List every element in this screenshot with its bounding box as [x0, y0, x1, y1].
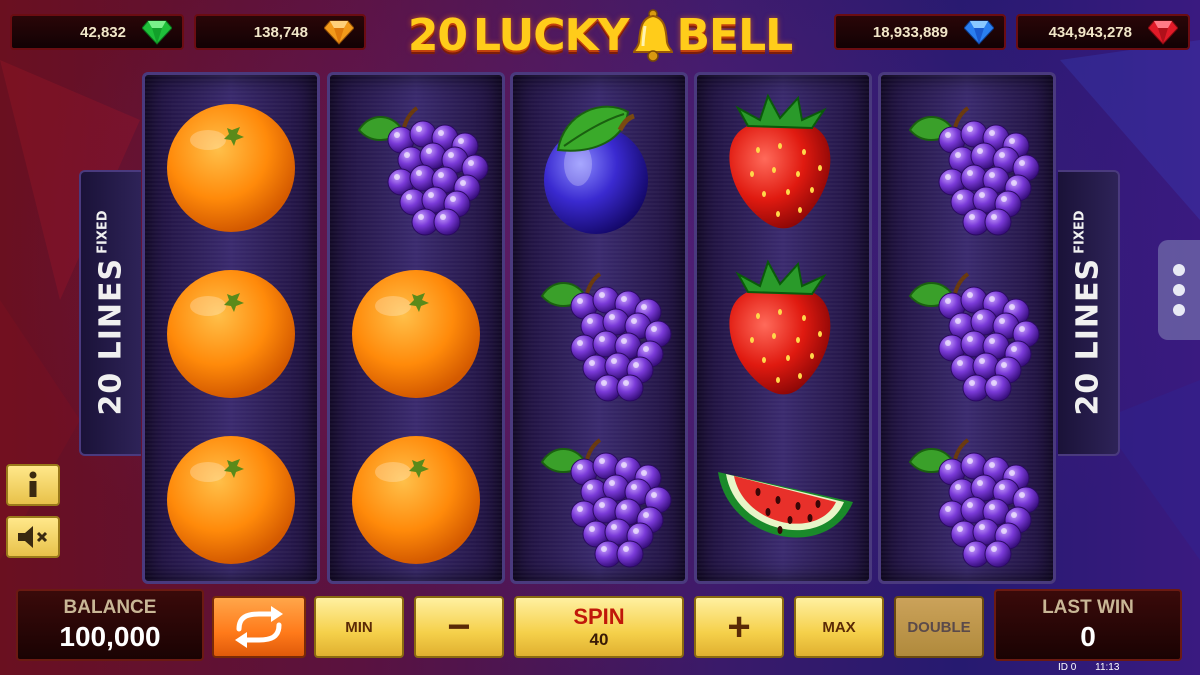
orange-symbol: [167, 104, 295, 232]
plum-symbol: [544, 105, 648, 234]
grapes-symbol: [357, 106, 489, 236]
menu-handle[interactable]: [1158, 240, 1200, 340]
double-label: DOUBLE: [907, 618, 971, 636]
balance-value: 100,000: [59, 621, 161, 652]
logo-lucky: LUCKY: [473, 9, 629, 61]
lines-count: 20 LINES: [93, 257, 129, 416]
strawberry-symbol: [729, 259, 831, 395]
minus-icon: −: [447, 605, 471, 649]
orange-gem-icon: [324, 20, 354, 45]
jackpot-blue: 18,933,889: [834, 14, 1006, 50]
lines-panel-left: 20 LINES FIXED: [79, 170, 141, 456]
bet-value: 40: [589, 630, 609, 649]
increase-bet-button[interactable]: +: [694, 596, 784, 658]
more-dots-icon: [1173, 284, 1185, 296]
jackpot-value: 42,832: [80, 23, 126, 41]
last-win-value: 0: [1080, 621, 1096, 652]
info-button[interactable]: [6, 464, 60, 506]
max-bet-button[interactable]: MAX: [794, 596, 884, 658]
red-gem-icon: [1148, 20, 1178, 45]
logo-number: 20: [407, 9, 468, 61]
jackpot-value: 138,748: [253, 23, 308, 41]
autoplay-button[interactable]: [212, 596, 306, 658]
min-label: MIN: [345, 618, 373, 636]
orange-symbol: [167, 270, 295, 398]
jackpot-red: 434,943,278: [1016, 14, 1190, 50]
grapes-symbol: [908, 438, 1040, 568]
orange-symbol: [352, 270, 480, 398]
min-bet-button[interactable]: MIN: [314, 596, 404, 658]
grapes-symbol: [908, 272, 1040, 402]
jackpot-orange: 138,748: [194, 14, 366, 50]
game-logo: 20 LUCKY BELL: [380, 4, 820, 66]
bell-icon: [632, 9, 673, 62]
spin-button[interactable]: SPIN 40: [514, 596, 684, 658]
footer-info: ID 0 11:13: [1058, 662, 1119, 673]
jackpot-value: 18,933,889: [872, 23, 948, 41]
clock: 11:13: [1095, 662, 1120, 673]
more-dots-icon: [1173, 264, 1185, 276]
logo-bell: BELL: [676, 9, 794, 61]
jackpot-value: 434,943,278: [1048, 23, 1132, 41]
balance-label: BALANCE: [63, 597, 157, 618]
plus-icon: +: [727, 605, 751, 649]
double-button[interactable]: DOUBLE: [894, 596, 984, 658]
orange-symbol: [352, 436, 480, 564]
info-icon: [29, 471, 37, 497]
lines-mode: FIXED: [95, 210, 111, 254]
strawberry-symbol: [729, 93, 831, 229]
sound-button[interactable]: [6, 516, 60, 558]
autoplay-icon: [235, 606, 283, 648]
jackpot-green: 42,832: [10, 14, 184, 50]
orange-symbol: [167, 436, 295, 564]
more-dots-icon: [1173, 304, 1185, 316]
decrease-bet-button[interactable]: −: [414, 596, 504, 658]
last-win-display: LAST WIN 0: [994, 589, 1182, 661]
blue-gem-icon: [964, 20, 994, 45]
lines-mode: FIXED: [1072, 210, 1088, 254]
grapes-symbol: [540, 272, 672, 402]
mute-speaker-icon: [18, 526, 48, 548]
lines-count: 20 LINES: [1070, 257, 1106, 416]
session-id: ID 0: [1058, 662, 1077, 673]
lines-panel-right: 20 LINES FIXED: [1058, 170, 1120, 456]
watermelon-symbol: [718, 472, 853, 538]
green-gem-icon: [142, 20, 172, 45]
last-win-label: LAST WIN: [1042, 597, 1134, 618]
max-label: MAX: [822, 618, 856, 636]
grapes-symbol: [908, 106, 1040, 236]
grapes-symbol: [540, 438, 672, 568]
balance-display: BALANCE 100,000: [16, 589, 204, 661]
spin-label: SPIN: [573, 604, 625, 629]
